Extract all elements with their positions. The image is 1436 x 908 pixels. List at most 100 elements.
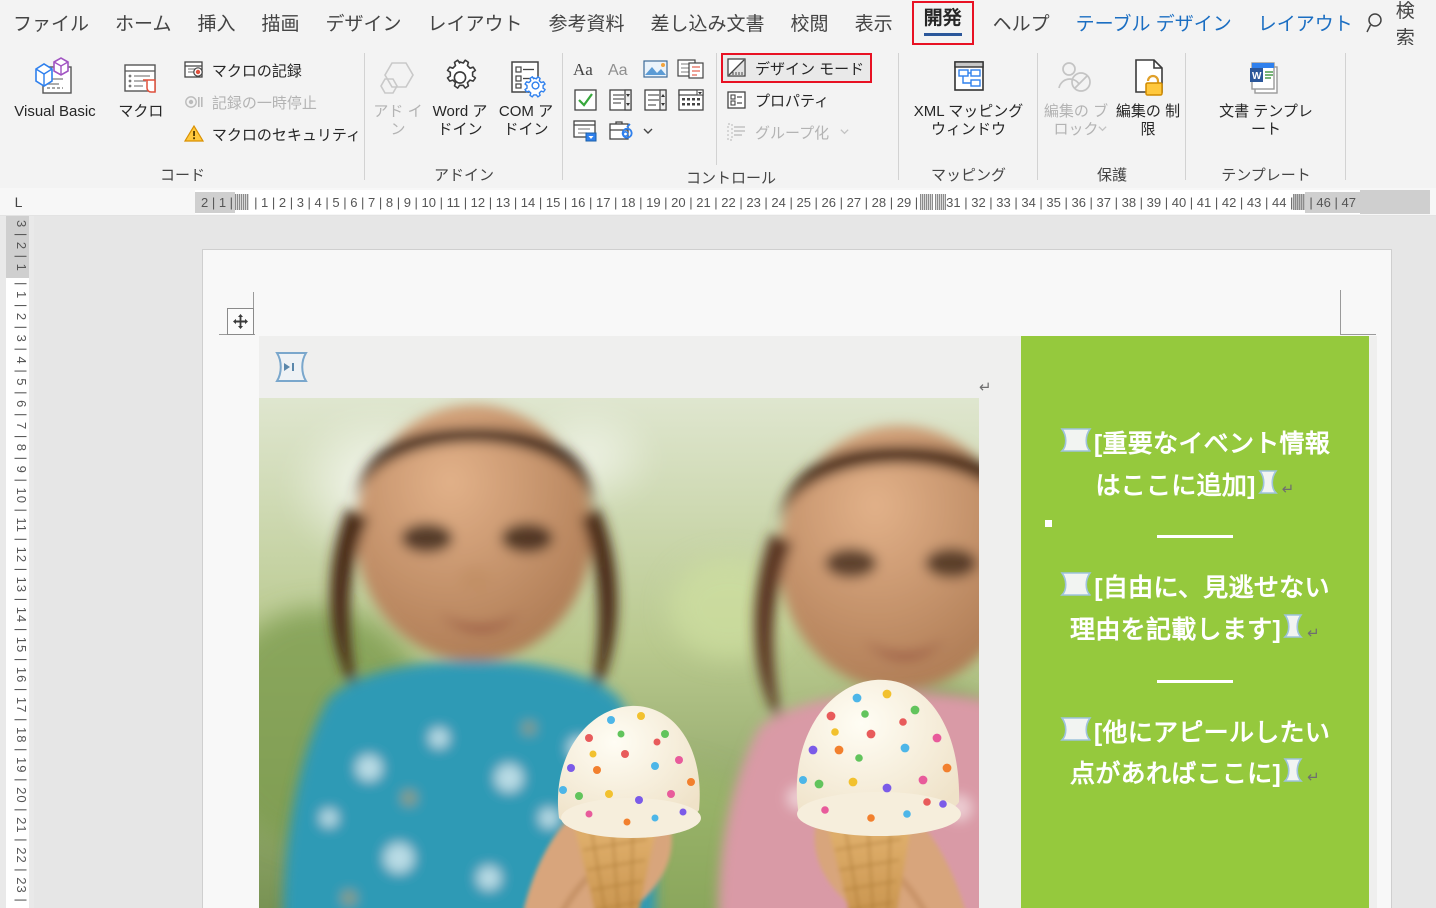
green-item-2-line2-wrap[interactable]: 理由を記載します] ↵	[1039, 610, 1351, 652]
plain-text-content-control-icon[interactable]: Aa	[606, 55, 636, 83]
ice-cream-photo[interactable]	[259, 398, 979, 908]
table-cell-green-panel[interactable]: [重要なイベント情報 はここに追加] ↵ [自由に、見逃せない 理由を記載します…	[1021, 336, 1377, 908]
margin-guide-vertical-right	[1340, 290, 1341, 334]
document-page[interactable]: ↵ ↵	[202, 249, 1392, 908]
ruler-indent-marker-left[interactable]	[235, 194, 250, 210]
legacy-tools-icon[interactable]	[606, 117, 636, 145]
ruler-numbers-1: | 1 | 2 | 3 | 4 | 5 | 6 | 7 | 8 | 9 | 10…	[254, 194, 919, 210]
tab-view[interactable]: 表示	[842, 1, 906, 45]
tab-references[interactable]: 参考資料	[536, 1, 638, 45]
content-control-open-tag[interactable]	[1060, 569, 1094, 610]
content-control-close-tag[interactable]	[1281, 611, 1307, 652]
tab-developer-label: 開発	[923, 8, 962, 29]
record-macro-label: マクロの記録	[211, 62, 302, 80]
tab-insert[interactable]: 挿入	[184, 1, 248, 45]
green-item-2[interactable]: [自由に、見逃せない 理由を記載します] ↵	[1039, 568, 1351, 651]
xml-mapping-pane-button[interactable]: XML マッピング ウィンドウ	[907, 51, 1031, 138]
table-cell-photo[interactable]: ↵	[259, 336, 1021, 908]
rich-text-content-control-icon[interactable]: Aa	[571, 55, 601, 83]
tab-home[interactable]: ホーム	[102, 1, 184, 45]
tab-design[interactable]: デザイン	[312, 1, 414, 45]
content-control-open-tag[interactable]	[1059, 425, 1094, 466]
paragraph-mark: ↵	[1307, 769, 1320, 787]
record-macro-button[interactable]: マクロの記録	[178, 55, 365, 85]
content-control-close-tag[interactable]	[1256, 467, 1282, 508]
picture-content-control-icon[interactable]	[641, 55, 671, 83]
green-item-1-line2-wrap[interactable]: はここに追加] ↵	[1039, 466, 1351, 508]
word-addins-button[interactable]: Word アドイン	[427, 51, 493, 138]
green-item-1-line1-wrap[interactable]: [重要なイベント情報	[1039, 424, 1351, 466]
repeating-section-content-control-icon[interactable]	[571, 117, 601, 145]
group-label-text: グループ化	[755, 124, 830, 142]
visual-basic-icon	[32, 55, 78, 103]
macro-security-icon	[182, 122, 206, 146]
green-item-3[interactable]: [他にアピールしたい 点があればここに] ↵	[1039, 713, 1351, 796]
search-box[interactable]: 検索	[1366, 0, 1436, 50]
tab-help[interactable]: ヘルプ	[980, 1, 1063, 45]
document-template-button[interactable]: W 文書 テンプレート	[1211, 51, 1321, 138]
design-mode-button[interactable]: デザイン モード	[721, 53, 873, 83]
document-template-icon: W	[1243, 55, 1289, 103]
table-move-handle[interactable]	[227, 308, 254, 335]
chevron-down-icon	[839, 124, 850, 141]
properties-icon	[725, 88, 749, 112]
building-block-gallery-icon[interactable]	[676, 55, 706, 83]
tab-layout[interactable]: レイアウト	[415, 1, 536, 45]
macros-button[interactable]: マクロ	[110, 51, 172, 121]
addins-button: アド イン	[369, 51, 427, 138]
tab-developer[interactable]: 開発	[911, 0, 974, 45]
tab-review[interactable]: 校閲	[778, 1, 842, 45]
restrict-editing-button[interactable]: 編集の 制限	[1112, 51, 1184, 138]
svg-text:Aa: Aa	[573, 60, 593, 79]
ribbon-group-protect: 編集の ブロック 編集の 制限 保護	[1038, 45, 1186, 188]
ruler-column-marker-b[interactable]	[935, 194, 947, 210]
document-template-label: 文書 テンプレート	[1219, 103, 1313, 138]
chevron-down-icon[interactable]	[641, 117, 655, 145]
dropdown-list-content-control-icon[interactable]	[641, 86, 671, 114]
macro-security-button[interactable]: マクロのセキュリティ	[178, 119, 365, 149]
block-authors-icon	[1054, 55, 1098, 103]
group-label-code: コード	[159, 167, 205, 184]
green-item-3-line2-wrap[interactable]: 点があればここに] ↵	[1039, 754, 1351, 796]
green-item-2-line1-wrap[interactable]: [自由に、見逃せない	[1039, 568, 1351, 610]
horizontal-ruler-strip[interactable]: 2 | 1 | | 1 | 2 | 3 | 4 | 5 | 6 | 7 | 8 …	[195, 190, 1430, 214]
ruler-right-indent-marker[interactable]	[1293, 194, 1306, 210]
word-window: ファイル ホーム 挿入 描画 デザイン レイアウト 参考資料 差し込み文書 校閲…	[0, 0, 1436, 908]
date-picker-content-control-icon[interactable]	[676, 86, 706, 114]
macro-icon	[119, 55, 163, 103]
svg-text:Aa: Aa	[608, 62, 628, 79]
visual-basic-button[interactable]: Visual Basic	[0, 51, 110, 121]
ribbon-group-addins: アド イン Word アドイン COM アドイン アドイン	[365, 45, 563, 188]
content-control-open-tag[interactable]	[273, 350, 313, 389]
tab-active-underline	[923, 33, 962, 36]
tab-table-layout[interactable]: レイアウト	[1245, 1, 1366, 45]
tab-stop-selector-button[interactable]: L	[6, 191, 31, 213]
tab-file[interactable]: ファイル	[0, 1, 102, 45]
content-control-open-tag[interactable]	[1059, 714, 1094, 755]
tab-table-design[interactable]: テーブル デザイン	[1063, 1, 1245, 45]
checkbox-content-control-icon[interactable]	[571, 86, 601, 114]
document-canvas[interactable]: ↵ ↵	[34, 216, 1436, 908]
layout-table[interactable]: ↵ [重要なイベント情報 はここに追加] ↵ [自由に、見逃せない 理由を記載し…	[259, 336, 1377, 908]
green-item-3-line1-wrap[interactable]: [他にアピールしたい	[1039, 713, 1351, 755]
properties-button[interactable]: プロパティ	[721, 85, 872, 115]
horizontal-ruler[interactable]: L 2 | 1 | | 1 | 2 | 3 | 4 | 5 | 6 | 7 | …	[0, 188, 1436, 216]
combo-box-content-control-icon[interactable]	[606, 86, 636, 114]
block-authors-button: 編集の ブロック	[1040, 51, 1112, 156]
tab-mailings[interactable]: 差し込み文書	[638, 1, 778, 45]
vertical-ruler[interactable]: 3 | 2 | 1 | 1 | 2 | 3 | 4 | 5 | 6 | 7 | …	[0, 216, 34, 908]
chevron-down-icon	[1097, 121, 1108, 139]
panel-divider-2	[1157, 679, 1233, 683]
green-item-1[interactable]: [重要なイベント情報 はここに追加] ↵	[1039, 424, 1351, 527]
green-highlight-panel[interactable]: [重要なイベント情報 はここに追加] ↵ [自由に、見逃せない 理由を記載します…	[1021, 336, 1369, 908]
tab-draw[interactable]: 描画	[248, 1, 312, 45]
content-control-close-tag[interactable]	[1281, 755, 1307, 796]
record-macro-icon	[182, 58, 206, 82]
ruler-column-marker-a[interactable]	[920, 194, 934, 210]
bullet-square-icon	[1045, 520, 1052, 527]
com-addins-label: COM アドイン	[498, 103, 554, 138]
vertical-ruler-numbers: | 1 | 2 | 3 | 4 | 5 | 6 | 7 | 8 | 9 | 10…	[14, 282, 29, 908]
group-inner-divider	[716, 53, 717, 165]
content-control-row	[571, 86, 706, 114]
com-addins-button[interactable]: COM アドイン	[493, 51, 559, 138]
